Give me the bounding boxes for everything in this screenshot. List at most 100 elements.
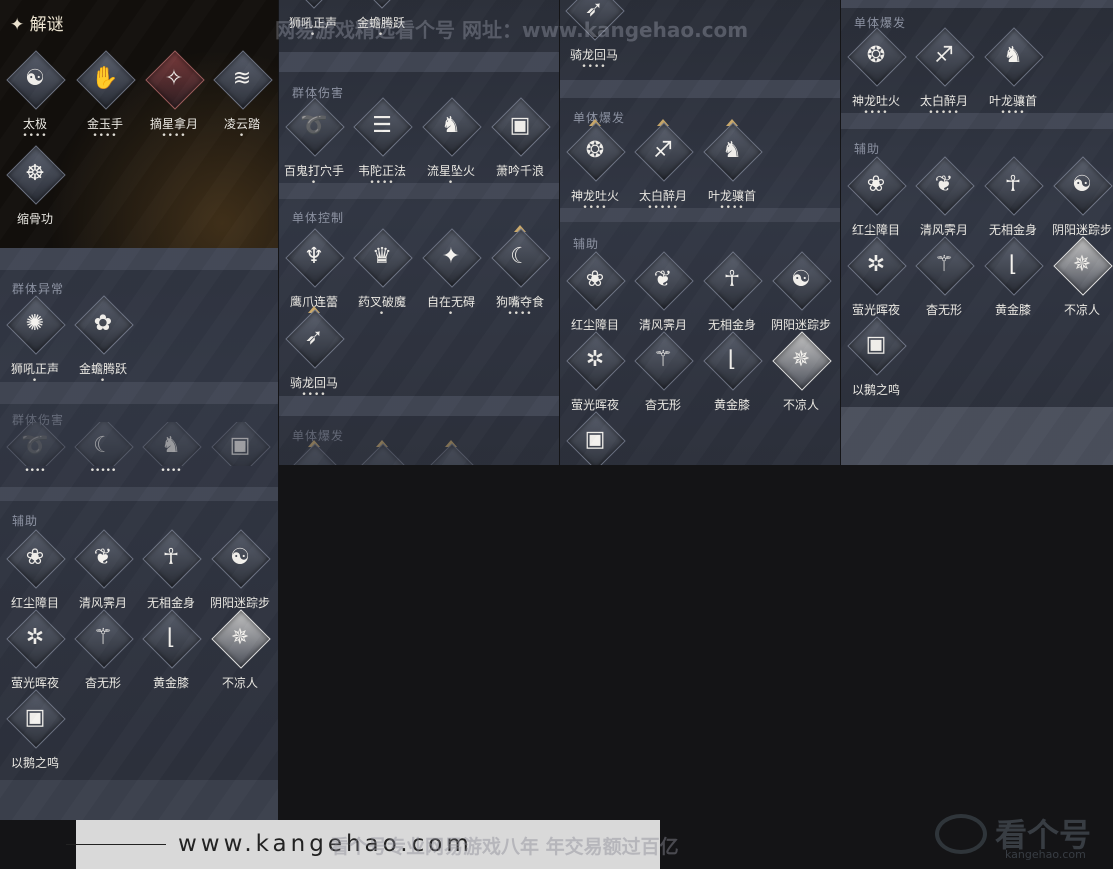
skill-tile[interactable]: ⚚ 杳无形: [909, 236, 979, 333]
skill-panel-col2: ✺狮吼正声• ✿金蟾腾跃• 群体伤害 ➰百鬼打穴手• ☰韦陀正法•••• ♞流星…: [279, 0, 559, 465]
skill-tile[interactable]: ✋ 金玉手 ••••: [70, 50, 140, 147]
skill-tile[interactable]: ♛ 药叉破魔 •: [347, 228, 417, 325]
skill-tile[interactable]: ✿金蟾腾跃•: [68, 295, 138, 392]
section-divider: [279, 183, 559, 199]
watermark-bottom: 看个号专业网易游戏八年 年交易额过百亿: [330, 836, 679, 858]
url-line-decoration: [66, 844, 166, 845]
ghost-palm-icon: ➰: [300, 113, 328, 138]
section-title-group-abnormal: 群体异常: [12, 282, 65, 296]
section-title-single-burst: 单体爆发: [854, 16, 907, 30]
skill-panel-col3: ➶骑龙回马•••• 单体爆发 ❂神龙吐火•••• ♐太白醉月••••• ♞叶龙骧…: [560, 0, 840, 465]
section-divider: [0, 487, 278, 501]
group-damage-partial: ➰ ☾ ♞ ▣: [0, 422, 278, 466]
group-damage-partial-dots: •••• ••••• ••••: [24, 466, 182, 476]
star-grab-icon: ✧: [164, 66, 184, 91]
section-title-support: 辅助: [854, 142, 881, 156]
knee-icon: ⌊: [166, 625, 176, 650]
vanish-icon: ⚚: [934, 252, 954, 277]
skill-tile[interactable]: ➰: [0, 422, 70, 466]
skill-tile[interactable]: ✵ 不凉人: [205, 609, 275, 706]
section-title-single-control: 单体控制: [292, 211, 345, 225]
scroll-icon: ▣: [509, 113, 531, 138]
firefly-icon: ✲: [25, 625, 45, 650]
section-divider: [841, 407, 1113, 465]
skill-tile[interactable]: ♞流星坠火•: [416, 97, 486, 194]
skill-tile[interactable]: [279, 440, 349, 465]
skill-tile[interactable]: ☰韦陀正法••••: [347, 97, 417, 194]
section-title-support: 辅助: [12, 514, 39, 528]
drunk-moon-icon: ☾: [93, 433, 113, 458]
skill-tile[interactable]: ▣: [205, 422, 275, 466]
skill-tile[interactable]: ☾: [68, 422, 138, 466]
section-divider: [560, 80, 840, 98]
goose-call-icon: ▣: [865, 332, 887, 357]
yinyang-icon: ☯: [230, 545, 250, 570]
knee-icon: ⌊: [727, 347, 737, 372]
skill-tile[interactable]: ✺狮吼正声•: [0, 295, 70, 392]
knee-icon: ⌊: [1008, 252, 1018, 277]
section-divider: [279, 52, 559, 72]
section-divider: [560, 208, 840, 222]
section-divider: [0, 780, 278, 820]
skill-tile[interactable]: ▣ 以鹅之鸣: [841, 316, 911, 413]
skill-tile[interactable]: ⚚ 杳无形: [628, 331, 698, 428]
skill-tile[interactable]: ♞: [136, 422, 206, 466]
vanish-icon: ⚚: [93, 625, 113, 650]
firefly-icon: ✲: [866, 252, 886, 277]
skill-tile[interactable]: ⚚ 杳无形: [68, 609, 138, 706]
figure-icon: ✵: [230, 625, 250, 650]
skill-tile[interactable]: ♐太白醉月•••••: [628, 119, 698, 219]
skill-tile[interactable]: ✵ 不凉人: [766, 331, 836, 428]
skill-tile[interactable]: ♐太白醉月•••••: [909, 27, 979, 124]
dust-icon: ❀: [25, 545, 45, 570]
skill-tile[interactable]: [416, 440, 486, 465]
golden-body-icon: ☥: [1004, 172, 1022, 197]
watermark-logo: 看个号 kangehao.com: [935, 808, 1105, 866]
skill-tile[interactable]: ✵ 不凉人: [1047, 236, 1113, 333]
skill-tile[interactable]: ⌊ 黄金膝: [136, 609, 206, 706]
dragon-fire-icon: ❂: [866, 43, 886, 68]
skill-tile[interactable]: ➶ 骑龙回马 ••••: [279, 306, 349, 406]
breeze-icon: ❦: [653, 267, 673, 292]
section-divider: [841, 0, 1113, 8]
dragon-head-icon: ♞: [1003, 43, 1023, 68]
single-burst-partial: [279, 440, 559, 465]
section-title-support: 辅助: [573, 237, 600, 251]
skill-tile[interactable]: ✦ 自在无碍 •: [416, 228, 486, 325]
taiji-icon: ☯: [25, 66, 45, 91]
meteor-icon: ♞: [441, 113, 461, 138]
scroll-icon: ▣: [229, 433, 251, 458]
dog-bite-icon: ☾: [510, 244, 530, 269]
hand-icon: ✋: [91, 66, 119, 91]
skill-panel-col1: ✦ 解谜 ☯ 太极 •••• ✋ 金玉手 •••• ✧ 摘星拿月 •••• ≋ 凌云踏 • ☸ 缩…: [0, 0, 278, 820]
firefly-icon: ✲: [585, 347, 605, 372]
skill-tile[interactable]: ➰百鬼打穴手•: [279, 97, 349, 194]
skill-tile[interactable]: ☯ 太极 ••••: [0, 50, 70, 147]
skill-tile[interactable]: ⌊ 黄金膝: [697, 331, 767, 428]
dragon-head-icon: ♞: [722, 138, 742, 163]
section-divider: [279, 396, 559, 416]
drunk-moon-icon: ♐: [934, 43, 954, 68]
eagle-claw-icon: ♆: [304, 244, 324, 269]
goose-call-icon: ▣: [24, 705, 46, 730]
golden-body-icon: ☥: [723, 267, 741, 292]
skill-tile[interactable]: ✧ 摘星拿月 ••••: [139, 50, 209, 147]
skill-tile[interactable]: ❂神龙吐火••••: [560, 119, 630, 219]
skill-tile[interactable]: ❂神龙吐火••••: [841, 27, 911, 124]
dust-icon: ❀: [585, 267, 605, 292]
skill-tile[interactable]: ≋ 凌云踏 •: [207, 50, 277, 147]
skill-tile[interactable]: ☾ 狗嘴夺食 ••••: [485, 225, 555, 325]
skill-tile[interactable]: ▣: [560, 411, 630, 465]
drunk-moon-icon: ♐: [653, 138, 673, 163]
yinyang-icon: ☯: [791, 267, 811, 292]
skill-tile[interactable]: ⌊ 黄金膝: [978, 236, 1048, 333]
skill-tile[interactable]: ☸ 缩骨功: [0, 145, 70, 242]
skill-tile[interactable]: [347, 440, 417, 465]
skill-tile[interactable]: ♞叶龙骧首••••: [697, 119, 767, 219]
yinyang-icon: ☯: [1072, 172, 1092, 197]
breeze-icon: ❦: [93, 545, 113, 570]
skill-tile[interactable]: ▣ 以鹅之鸣: [0, 689, 70, 786]
dust-icon: ❀: [866, 172, 886, 197]
skill-tile[interactable]: ▣ 萧吟千浪: [485, 97, 555, 194]
skill-tile[interactable]: ♞叶龙骧首••••: [978, 27, 1048, 124]
